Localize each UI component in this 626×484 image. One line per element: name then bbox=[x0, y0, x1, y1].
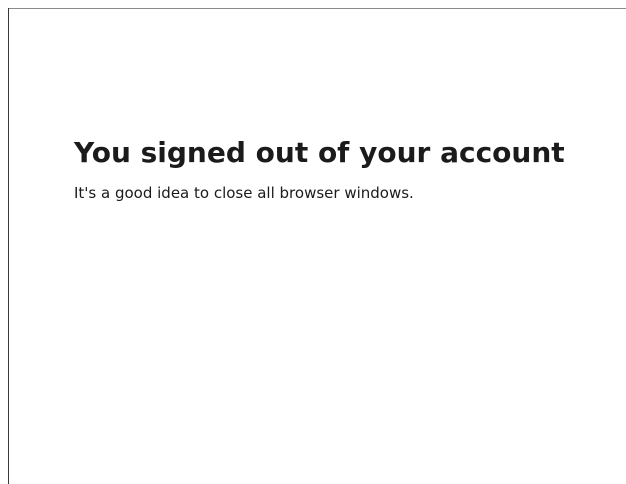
frame-left-border bbox=[8, 8, 9, 484]
signout-page: You signed out of your account It's a go… bbox=[0, 0, 626, 484]
page-title: You signed out of your account bbox=[74, 136, 565, 169]
signout-message: It's a good idea to close all browser wi… bbox=[74, 184, 414, 202]
signout-content: You signed out of your account It's a go… bbox=[74, 134, 604, 204]
frame-top-border bbox=[8, 8, 626, 9]
